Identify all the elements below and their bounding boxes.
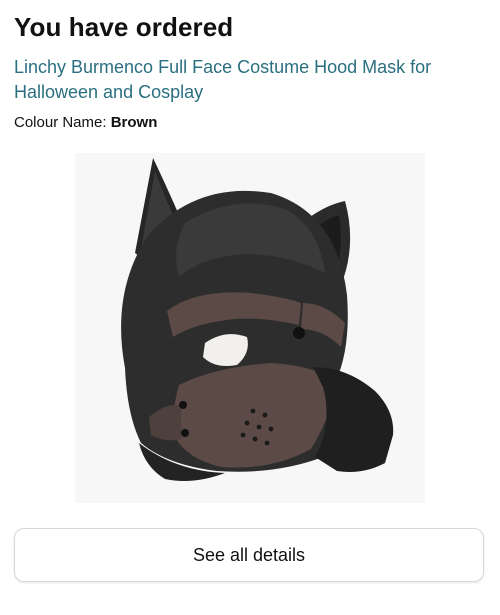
page-heading: You have ordered: [14, 12, 234, 42]
colour-value: Brown: [110, 114, 158, 131]
dog-hood-mask-image: [121, 158, 394, 481]
product-title-link[interactable]: Linchy Burmenco Full Face Costume Hood M…: [14, 55, 454, 105]
colour-row: Colour Name: Brown: [14, 114, 157, 131]
colour-label: Colour Name:: [14, 114, 107, 131]
product-image[interactable]: [75, 153, 425, 503]
see-all-details-button[interactable]: See all details: [14, 528, 484, 582]
